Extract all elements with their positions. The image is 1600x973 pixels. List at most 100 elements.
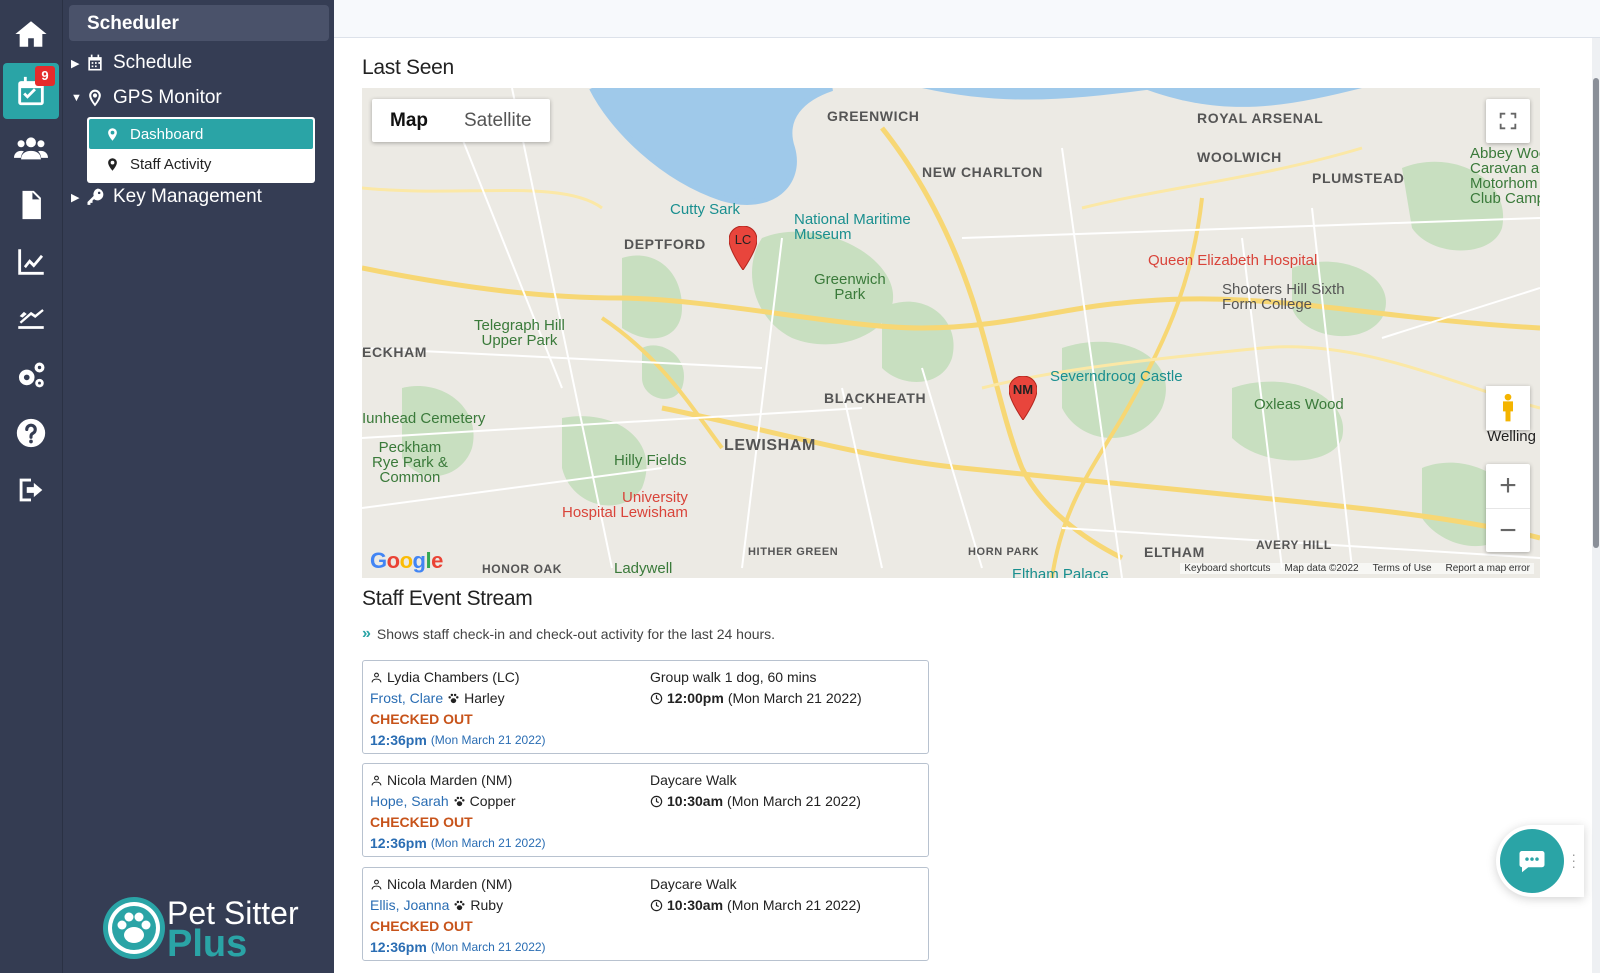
street-view-pegman[interactable] <box>1486 386 1530 430</box>
sidebar-item-schedule[interactable]: ▶ Schedule <box>71 50 192 76</box>
icon-rail: 9 <box>0 0 62 973</box>
staff-marker-nm[interactable]: NM <box>1008 375 1038 421</box>
stream-hint-text: Shows staff check-in and check-out activ… <box>376 626 776 642</box>
map-label: Cutty Sark <box>670 201 741 218</box>
submenu-item-staff-activity[interactable]: Staff Activity <box>89 149 313 179</box>
chat-button[interactable] <box>1500 829 1564 893</box>
zoom-in-button[interactable]: + <box>1486 464 1530 508</box>
status-text: CHECKED OUT <box>370 918 473 934</box>
chat-menu-icon[interactable]: · · · <box>1571 847 1576 873</box>
sidebar-item-key-management[interactable]: ▶ Key Management <box>71 184 262 210</box>
event-card[interactable]: Nicola Marden (NM) Ellis, Joanna Ruby CHE… <box>362 867 929 961</box>
map-label: ECKHAM <box>362 344 428 360</box>
map-label: Ladywell <box>614 560 673 577</box>
help-icon[interactable] <box>3 405 59 461</box>
reports-icon[interactable] <box>3 234 59 290</box>
scheduled-time: 12:00pm <box>667 690 724 706</box>
map-label: Telegraph Hill Upper Park <box>474 317 565 349</box>
map-tab-satellite[interactable]: Satellite <box>446 99 550 142</box>
scrollbar-thumb[interactable] <box>1593 78 1599 548</box>
key-icon <box>87 188 104 205</box>
event-time: 12:36pm <box>370 835 427 851</box>
zoom-controls: + − <box>1486 464 1530 552</box>
scheduled-time: 10:30am <box>667 897 724 913</box>
submenu-item-dashboard[interactable]: Dashboard <box>89 119 313 149</box>
map-label: BLACKHEATH <box>824 390 927 406</box>
status-text: CHECKED OUT <box>370 711 473 727</box>
sidebar: Scheduler ▶ Schedule ▼ GPS Monitor Dashb… <box>62 0 334 973</box>
map-tab-map[interactable]: Map <box>372 99 446 142</box>
map-label: National Maritime Museum <box>794 211 911 243</box>
client-link[interactable]: Ellis, Joanna <box>370 895 449 916</box>
paw-icon <box>448 693 459 704</box>
map-label: Oxleas Wood <box>1254 396 1344 413</box>
main-content: Last Seen GREENWICH ROYAL ARSENAL NEW CH… <box>334 38 1600 973</box>
sidebar-title: Scheduler <box>69 5 329 41</box>
scheduled-date: (Mon March 21 2022) <box>727 690 862 706</box>
map-pin-icon <box>108 127 117 141</box>
caret-down-icon: ▼ <box>71 92 82 104</box>
terms-link[interactable]: Terms of Use <box>1373 563 1432 574</box>
clients-icon[interactable] <box>3 120 59 176</box>
map-label: AVERY HILL <box>1256 538 1332 552</box>
sidebar-item-gps-monitor[interactable]: ▼ GPS Monitor <box>71 85 222 111</box>
service-name: Daycare Walk <box>650 876 737 892</box>
client-link[interactable]: Hope, Sarah <box>370 791 449 812</box>
documents-icon[interactable] <box>3 177 59 233</box>
keyboard-shortcuts-link[interactable]: Keyboard shortcuts <box>1184 563 1270 574</box>
map-label: NEW CHARLTON <box>922 164 1044 180</box>
map-label: Hilly Fields <box>614 452 687 469</box>
staff-event-stream-title: Staff Event Stream <box>362 587 533 610</box>
event-card[interactable]: Nicola Marden (NM) Hope, Sarah Copper CHE… <box>362 763 929 857</box>
event-card[interactable]: Lydia Chambers (LC) Frost, Clare Harley C… <box>362 660 929 754</box>
client-link[interactable]: Frost, Clare <box>370 688 443 709</box>
user-icon <box>371 672 382 683</box>
map-label: University Hospital Lewisham <box>562 489 688 521</box>
caret-right-icon: ▶ <box>71 57 80 70</box>
page-scrollbar[interactable] <box>1592 38 1600 973</box>
home-icon[interactable] <box>3 6 59 62</box>
settings-icon[interactable] <box>3 348 59 404</box>
map-label: PLUMSTEAD <box>1312 170 1405 186</box>
staff-name: Nicola Marden (NM) <box>387 876 513 892</box>
clock-icon <box>650 795 663 808</box>
payroll-icon[interactable] <box>3 291 59 347</box>
map-attribution: Keyboard shortcuts Map data ©2022 Terms … <box>1180 563 1534 574</box>
map-label: HONOR OAK <box>482 562 563 576</box>
clock-icon <box>650 692 663 705</box>
marker-label: LC <box>734 232 752 247</box>
user-icon <box>371 879 382 890</box>
logout-icon[interactable] <box>3 462 59 518</box>
submenu-label: Dashboard <box>130 125 204 143</box>
map-view[interactable]: GREENWICH ROYAL ARSENAL NEW CHARLTON WOO… <box>362 88 1540 578</box>
map-type-toggle: Map Satellite <box>372 99 550 142</box>
staff-name: Lydia Chambers (LC) <box>387 669 520 685</box>
map-label: WOOLWICH <box>1197 149 1282 165</box>
map-label: HITHER GREEN <box>748 546 839 558</box>
map-pin-icon <box>108 157 117 171</box>
map-label: HORN PARK <box>968 546 1040 558</box>
calendar-icon <box>88 54 102 71</box>
logo-text-line2: Plus <box>167 923 248 965</box>
double-chevron-icon: » <box>362 625 371 642</box>
fullscreen-button[interactable] <box>1486 99 1530 143</box>
map-label: Iunhead Cemetery <box>362 410 486 427</box>
map-data-text: Map data ©2022 <box>1284 563 1359 574</box>
map-label: Shooters Hill Sixth Form College <box>1222 281 1345 313</box>
pet-name: Ruby <box>470 897 504 913</box>
event-date: (Mon March 21 2022) <box>430 733 546 747</box>
report-error-link[interactable]: Report a map error <box>1446 563 1530 574</box>
pet-name: Harley <box>464 690 505 706</box>
sidebar-item-label: GPS Monitor <box>113 87 222 108</box>
scheduled-date: (Mon March 21 2022) <box>727 793 861 809</box>
map-label: ELTHAM <box>1144 544 1205 560</box>
zoom-out-button[interactable]: − <box>1486 508 1530 552</box>
map-label: Peckham Rye Park & Common <box>372 439 448 486</box>
staff-marker-lc[interactable]: LC <box>728 225 758 271</box>
staff-name: Nicola Marden (NM) <box>387 772 513 788</box>
marker-label: NM <box>1012 382 1034 397</box>
map-pin-icon <box>89 89 101 107</box>
scheduler-icon[interactable]: 9 <box>3 63 59 119</box>
event-time: 12:36pm <box>370 732 427 748</box>
service-name: Daycare Walk <box>650 772 737 788</box>
